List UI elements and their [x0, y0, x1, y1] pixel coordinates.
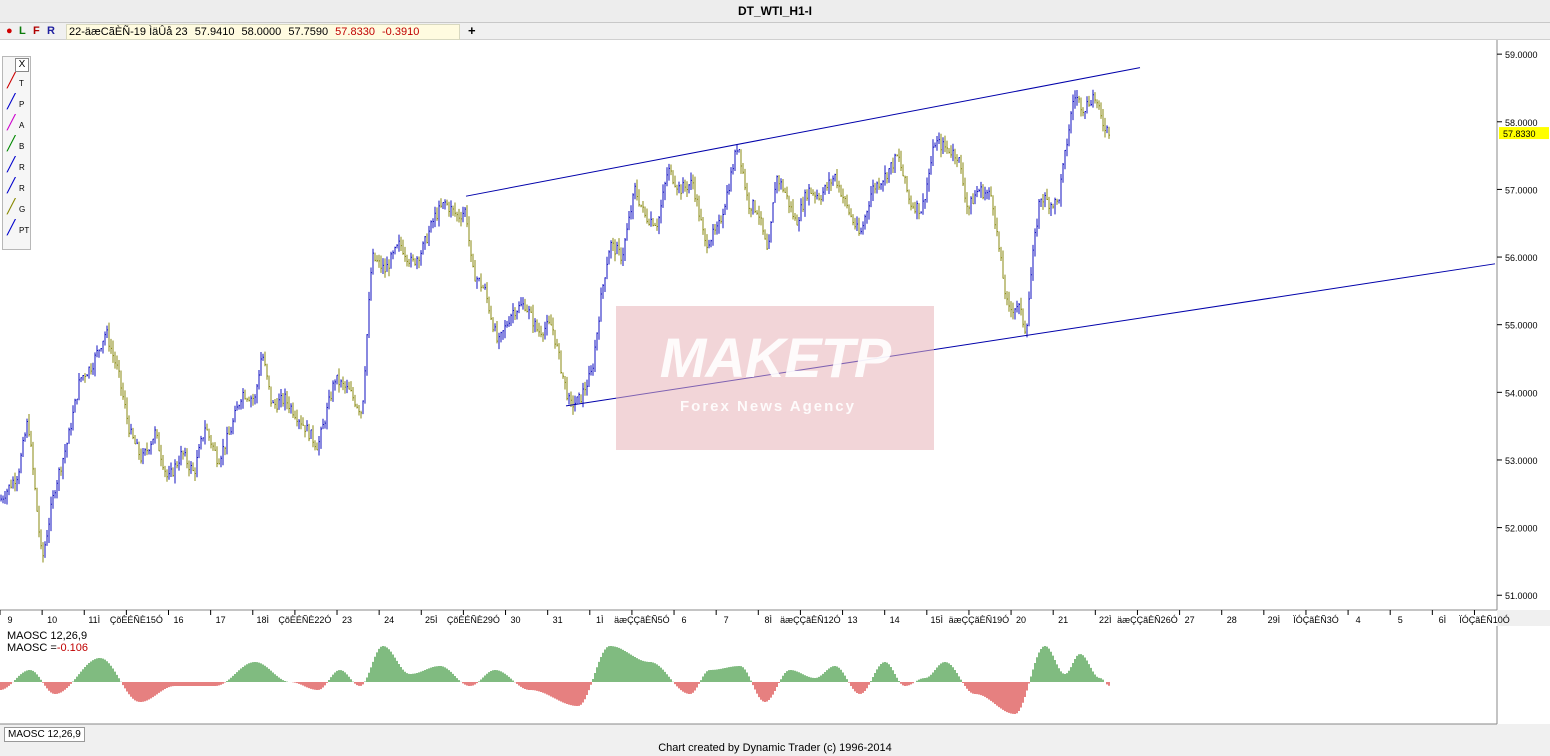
y-tick-label: 57.0000: [1505, 185, 1538, 195]
x-tick-label: 25Ì: [425, 615, 438, 625]
tool-sub-label: PT: [19, 226, 30, 235]
osc-value-label: MAOSC =: [7, 642, 57, 654]
x-tick-label: 23: [342, 615, 352, 625]
x-tick-label: 6: [682, 615, 687, 625]
ohlc-readout: 22-äæCãÈÑ-19 ÌäÛå 23 57.9410 58.0000 57.…: [66, 24, 460, 40]
y-tick-label: 58.0000: [1505, 118, 1538, 128]
x-tick-label: 1Ì: [596, 615, 604, 625]
add-plus-icon[interactable]: +: [468, 23, 476, 38]
pt-icon[interactable]: ╱ PT: [5, 219, 30, 239]
x-tick-label: ÇõÈÉÑÈ15Ó: [110, 615, 163, 625]
low-value: 57.7590: [288, 26, 329, 38]
r-channel-icon[interactable]: ╱ R: [5, 178, 27, 197]
x-tick-label: 6Ì: [1439, 615, 1447, 625]
x-tick-label: 27: [1185, 615, 1195, 625]
x-tick-label: 24: [384, 615, 394, 625]
pt-icon-glyph: ╱: [7, 219, 16, 235]
x-tick-label: 17: [216, 615, 226, 625]
osc-plot-area: [0, 626, 1497, 724]
x-tick-label: 4: [1356, 615, 1361, 625]
palette-close-icon[interactable]: X: [15, 58, 29, 72]
x-tick-label: 29Ì: [1268, 615, 1281, 625]
y-tick-label: 53.0000: [1505, 456, 1538, 466]
watermark-subtitle: Forex News Agency: [680, 398, 856, 415]
x-tick-label: 31: [553, 615, 563, 625]
tool-sub-label: R: [19, 184, 25, 193]
parallel-lines-icon-glyph: ╱: [7, 93, 16, 109]
x-tick-label: 18Ì: [257, 615, 270, 625]
osc-value-row: MAOSC =-0.106: [7, 643, 88, 654]
x-tick-label: 30: [511, 615, 521, 625]
close-value: 57.8330: [335, 26, 375, 38]
x-tick-label: äæÇÇãÈÑ26Ó: [1117, 615, 1178, 625]
andrews-pitchfork-icon-glyph: ╱: [7, 114, 16, 130]
x-tick-label: 9: [7, 615, 12, 625]
footer-credit: Chart created by Dynamic Trader (c) 1996…: [658, 742, 892, 754]
y-tick-label: 52.0000: [1505, 524, 1538, 534]
y-tick-label: 51.0000: [1505, 591, 1538, 601]
r-ratio-icon[interactable]: ╱ R: [5, 157, 27, 176]
x-tick-label: 14: [890, 615, 900, 625]
x-tick-label: 15Ì: [931, 615, 944, 625]
window-title: DT_WTI_H1-I: [0, 0, 1550, 23]
bar-date: 22-äæCãÈÑ-19 ÌäÛå 23: [69, 26, 188, 38]
tool-sub-label: B: [19, 142, 25, 151]
tool-sub-label: P: [19, 100, 25, 109]
tool-sub-label: R: [19, 163, 25, 172]
y-tick-label: 59.0000: [1505, 50, 1538, 60]
x-tick-label: 16: [174, 615, 184, 625]
osc-name: MAOSC 12,26,9: [7, 630, 88, 642]
x-tick-label: ÏÓÇãÈÑ10Ó: [1459, 615, 1510, 625]
tool-sub-label: T: [19, 79, 24, 88]
x-tick-label: äæÇÇãÈÑ12Ó: [780, 615, 841, 625]
b-line-icon-glyph: ╱: [7, 135, 16, 151]
y-tick-label: 55.0000: [1505, 321, 1538, 331]
trend-line-icon[interactable]: ╱ T: [5, 73, 27, 92]
osc-tab[interactable]: MAOSC 12,26,9: [4, 727, 85, 742]
r-button[interactable]: R: [47, 24, 55, 38]
x-tick-label: 7: [724, 615, 729, 625]
x-tick-label: ÇõÈÉÑÈ29Ó: [447, 615, 500, 625]
x-tick-label: 13: [848, 615, 858, 625]
r-ratio-icon-glyph: ╱: [7, 156, 16, 172]
x-tick-label: ÇõÈÉÑÈ22Ó: [278, 615, 331, 625]
g-fan-icon-glyph: ╱: [7, 198, 16, 214]
y-tick-label: 56.0000: [1505, 253, 1538, 263]
last-price-label: 57.8330: [1503, 129, 1536, 139]
l-button[interactable]: L: [19, 24, 26, 38]
record-dot-icon[interactable]: ●: [6, 24, 13, 38]
x-tick-label: äæÇÇãÈÑ19Ó: [949, 615, 1010, 625]
parallel-lines-icon[interactable]: ╱ P: [5, 94, 27, 113]
oscillator-panel[interactable]: [0, 626, 1550, 726]
f-button[interactable]: F: [33, 24, 40, 38]
drawing-tool-palette: X ╱ T ╱ P ╱ A ╱ B ╱ R ╱ R ╱ G ╱ PT: [2, 56, 31, 250]
x-tick-label: 28: [1227, 615, 1237, 625]
watermark-logo: MAKETP: [659, 326, 891, 389]
high-value: 58.0000: [241, 26, 282, 38]
watermark: MAKETP Forex News Agency: [616, 306, 934, 450]
x-tick-label: 22Ì: [1099, 615, 1112, 625]
x-tick-label: 20: [1016, 615, 1026, 625]
r-channel-icon-glyph: ╱: [7, 177, 16, 193]
last-price-marker: 57.8330: [1499, 127, 1549, 140]
open-value: 57.9410: [194, 26, 235, 38]
g-fan-icon[interactable]: ╱ G: [5, 199, 27, 218]
tool-sub-label: G: [19, 205, 26, 214]
x-tick-label: 8Ì: [765, 615, 773, 625]
x-tick-label: ÏÓÇãÈÑ3Ó: [1293, 615, 1339, 625]
toolbar: ● L F R 22-äæCãÈÑ-19 ÌäÛå 23 57.9410 58.…: [0, 23, 1550, 40]
y-tick-label: 54.0000: [1505, 388, 1538, 398]
change-value: -0.3910: [382, 26, 420, 38]
x-tick-label: 5: [1398, 615, 1403, 625]
x-tick-label: 21: [1058, 615, 1068, 625]
andrews-pitchfork-icon[interactable]: ╱ A: [5, 115, 27, 134]
osc-value: -0.106: [56, 642, 89, 654]
b-line-icon[interactable]: ╱ B: [5, 136, 27, 155]
trend-line-icon-glyph: ╱: [7, 72, 16, 88]
tool-sub-label: A: [19, 121, 25, 130]
x-tick-label: äæÇÇãÈÑ5Ó: [614, 615, 670, 625]
x-tick-label: 11Ì: [88, 615, 100, 625]
x-tick-label: 10: [47, 615, 57, 625]
